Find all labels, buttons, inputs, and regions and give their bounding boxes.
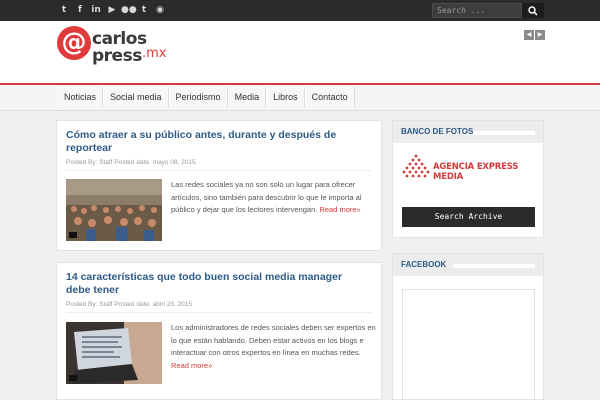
nav-item-media[interactable]: Media [227, 87, 267, 107]
logo-text-press: press [92, 46, 142, 66]
search-button[interactable] [522, 3, 544, 18]
post-meta: Posted By: Staff Posted date: mayo 08, 2… [66, 159, 196, 166]
social-links: t f in ▶ ●● t ◉ [57, 3, 169, 17]
site-logo[interactable]: @ carlos press .mx [57, 26, 167, 76]
top-bar: t f in ▶ ●● t ◉ Search ... [0, 0, 600, 21]
header-slider-arrows: ◀ ▶ [524, 30, 546, 40]
post-thumbnail[interactable] [66, 322, 162, 384]
post-title[interactable]: 14 características que todo buen social … [66, 271, 366, 297]
nav-item-libros[interactable]: Libros [266, 87, 305, 107]
facebook-icon[interactable]: f [73, 3, 87, 17]
widget-title: FACEBOOK [401, 260, 447, 269]
facebook-embed[interactable] [402, 289, 535, 400]
widget-header: FACEBOOK [393, 254, 543, 276]
widget-header: BANCO DE FOTOS [393, 121, 543, 143]
nav-item-periodismo[interactable]: Periodismo [168, 87, 228, 107]
linkedin-icon[interactable]: in [89, 3, 103, 17]
post-meta: Posted By: Staff Posted date: abril 23, … [66, 301, 192, 308]
twitter-icon[interactable]: t [57, 3, 71, 17]
read-more-link[interactable]: Read more» [319, 205, 360, 214]
logo-at-circle: @ [57, 26, 91, 60]
widget-title: BANCO DE FOTOS [401, 127, 474, 136]
facebook-widget: FACEBOOK [392, 253, 544, 400]
agency-logo[interactable]: AGENCIA EXPRESS MEDIA [402, 154, 537, 182]
nav-item-social-media[interactable]: Social media [103, 87, 169, 107]
logo-text-mx: .mx [142, 46, 167, 61]
main-nav: Noticias Social media Periodismo Media L… [0, 83, 600, 111]
post-card: 14 características que todo buen social … [56, 262, 382, 400]
agency-name: AGENCIA EXPRESS MEDIA [433, 162, 519, 182]
post-excerpt: Las redes sociales ya no son solo un lug… [171, 180, 362, 214]
nav-item-noticias[interactable]: Noticias [57, 87, 104, 107]
read-more-link[interactable]: Read more» [171, 361, 212, 370]
prev-arrow-icon[interactable]: ◀ [524, 30, 534, 40]
nav-item-contacto[interactable]: Contacto [304, 87, 355, 107]
divider [66, 312, 372, 313]
post-title[interactable]: Cómo atraer a su público antes, durante … [66, 129, 366, 155]
flickr-icon[interactable]: ●● [121, 3, 137, 17]
site-header: @ carlos press .mx ◀ ▶ [0, 21, 600, 83]
search-archive-button[interactable]: Search Archive [402, 207, 535, 227]
divider [66, 170, 372, 171]
tumblr-icon[interactable]: t [137, 3, 151, 17]
search-icon [528, 6, 538, 16]
divider [473, 131, 535, 135]
search-input[interactable]: Search ... [432, 3, 522, 18]
rss-icon[interactable]: ◉ [153, 3, 167, 17]
post-thumbnail[interactable] [66, 179, 162, 241]
agency-dots-icon [402, 154, 430, 178]
divider [453, 264, 535, 268]
youtube-icon[interactable]: ▶ [105, 3, 119, 17]
banco-de-fotos-widget: BANCO DE FOTOS AGENCIA EXPRESS MEDIA Sea… [392, 120, 544, 238]
post-card: Cómo atraer a su público antes, durante … [56, 120, 382, 251]
next-arrow-icon[interactable]: ▶ [535, 30, 545, 40]
post-excerpt: Los administradores de redes sociales de… [171, 323, 376, 370]
